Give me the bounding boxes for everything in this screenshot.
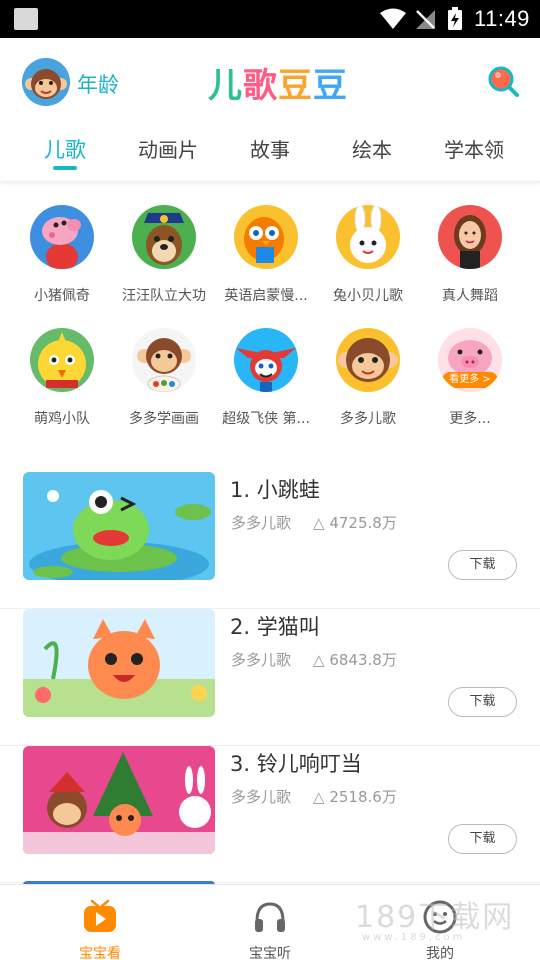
category-item-painting[interactable]: 多多学画画 <box>110 328 218 428</box>
song-play-count: △ 4725.8万 <box>313 512 397 533</box>
category-item-dance[interactable]: 真人舞蹈 <box>416 205 524 305</box>
category-item-more[interactable]: 看更多 > 更多... <box>416 328 524 428</box>
song-title: 2. 学猫叫 <box>230 615 320 639</box>
category-item-super-wings[interactable]: 超级飞侠 第... <box>212 328 320 428</box>
pig-more-icon: 看更多 > <box>438 328 502 392</box>
song-row[interactable]: 3. 铃儿响叮当 多多儿歌 △ 2518.6万 下载 <box>0 746 540 883</box>
download-button[interactable]: 下载 <box>448 687 517 717</box>
song-row[interactable]: 1. 小跳蛙 多多儿歌 △ 4725.8万 下载 <box>0 472 540 609</box>
play-count-value: 4725.8万 <box>329 514 397 532</box>
status-bar: 11:49 <box>0 0 540 38</box>
monkey-painting-icon <box>132 328 196 392</box>
song-title: 1. 小跳蛙 <box>230 478 320 502</box>
category-label: 英语启蒙慢... <box>224 288 308 304</box>
category-grid: 小猪佩奇 汪汪队立大功 英语启蒙慢... 兔小贝儿歌 真人舞蹈 萌鸡小队 多多学… <box>0 195 540 445</box>
nav-label: 我的 <box>426 946 454 960</box>
search-icon[interactable] <box>486 64 520 98</box>
category-label: 汪汪队立大功 <box>122 288 206 304</box>
song-thumbnail[interactable] <box>23 746 215 854</box>
play-count-value: 6843.8万 <box>329 651 397 669</box>
nav-label: 宝宝听 <box>249 946 291 960</box>
song-thumbnail[interactable] <box>23 472 215 580</box>
age-label[interactable]: 年龄 <box>77 69 119 99</box>
download-button[interactable]: 下载 <box>448 550 517 580</box>
category-label: 小猪佩奇 <box>34 288 90 304</box>
play-count-value: 2518.6万 <box>329 788 397 806</box>
category-item-english[interactable]: 英语启蒙慢... <box>212 205 320 305</box>
watermark: 189下载网 <box>355 900 515 935</box>
category-item-peppa[interactable]: 小猪佩奇 <box>8 205 116 305</box>
girl-dance-icon <box>438 205 502 269</box>
song-play-count: △ 2518.6万 <box>313 786 397 807</box>
category-label: 超级飞侠 第... <box>222 411 310 427</box>
age-selector-avatar[interactable] <box>22 58 70 106</box>
logo-char-4: 豆 <box>313 66 348 106</box>
song-title: 3. 铃儿响叮当 <box>230 752 362 776</box>
nav-label: 宝宝看 <box>79 946 121 960</box>
category-label: 多多儿歌 <box>340 411 396 427</box>
cat-thumbnail-image <box>23 609 215 717</box>
fire-icon: △ <box>313 514 325 532</box>
nav-watch[interactable]: 宝宝看 <box>40 885 160 960</box>
song-artist: 多多儿歌 <box>231 788 292 806</box>
chick-icon <box>30 328 94 392</box>
song-row[interactable]: 2. 学猫叫 多多儿歌 △ 6843.8万 下载 <box>0 609 540 746</box>
tab-cartoons[interactable]: 动画片 <box>118 134 218 163</box>
category-label: 更多... <box>449 411 491 427</box>
see-more-badge: 看更多 > <box>442 372 498 388</box>
monkey-avatar-icon <box>22 58 70 106</box>
song-play-count: △ 6843.8万 <box>313 649 397 670</box>
tab-songs[interactable]: 儿歌 <box>15 134 115 164</box>
peppa-pig-icon <box>30 205 94 269</box>
category-tabs: 儿歌 动画片 故事 绘本 学本领 <box>0 126 540 182</box>
app-logo: 儿歌豆豆 <box>208 58 348 107</box>
wifi-icon <box>380 8 406 29</box>
category-label: 萌鸡小队 <box>34 411 90 427</box>
nav-listen[interactable]: 宝宝听 <box>210 885 330 960</box>
category-item-duoduo[interactable]: 多多儿歌 <box>314 328 422 428</box>
clock: 11:49 <box>474 6 530 31</box>
category-item-chicks[interactable]: 萌鸡小队 <box>8 328 116 428</box>
headphones-icon <box>255 902 285 932</box>
fire-icon: △ <box>313 651 325 669</box>
no-signal-icon <box>416 10 435 29</box>
song-artist: 多多儿歌 <box>231 514 292 532</box>
christmas-thumbnail-image <box>23 746 215 854</box>
song-artist: 多多儿歌 <box>231 651 292 669</box>
logo-char-1: 儿 <box>208 66 243 106</box>
frog-thumbnail-image <box>23 472 215 580</box>
rabbit-icon <box>336 205 400 269</box>
active-tab-indicator <box>53 166 77 170</box>
download-button[interactable]: 下载 <box>448 824 517 854</box>
owl-english-icon <box>234 205 298 269</box>
category-label: 兔小贝儿歌 <box>333 288 403 304</box>
fire-icon: △ <box>313 788 325 806</box>
paw-patrol-icon <box>132 205 196 269</box>
tv-icon <box>84 899 116 932</box>
app-header: 年龄 儿歌豆豆 <box>0 38 540 126</box>
super-wings-icon <box>234 328 298 392</box>
tab-picture-books[interactable]: 绘本 <box>322 134 422 163</box>
category-item-paw-patrol[interactable]: 汪汪队立大功 <box>110 205 218 305</box>
category-item-rabbit[interactable]: 兔小贝儿歌 <box>314 205 422 305</box>
notification-icon <box>14 8 38 30</box>
watermark-url: www.189.com <box>362 932 466 943</box>
monkey-icon <box>336 328 400 392</box>
category-label: 真人舞蹈 <box>442 288 498 304</box>
tab-stories[interactable]: 故事 <box>220 134 320 163</box>
tab-skills[interactable]: 学本领 <box>424 134 524 163</box>
logo-char-3: 豆 <box>278 66 313 106</box>
battery-charging-icon <box>448 7 462 30</box>
song-thumbnail[interactable] <box>23 609 215 717</box>
category-label: 多多学画画 <box>129 411 199 427</box>
logo-char-2: 歌 <box>243 66 278 106</box>
